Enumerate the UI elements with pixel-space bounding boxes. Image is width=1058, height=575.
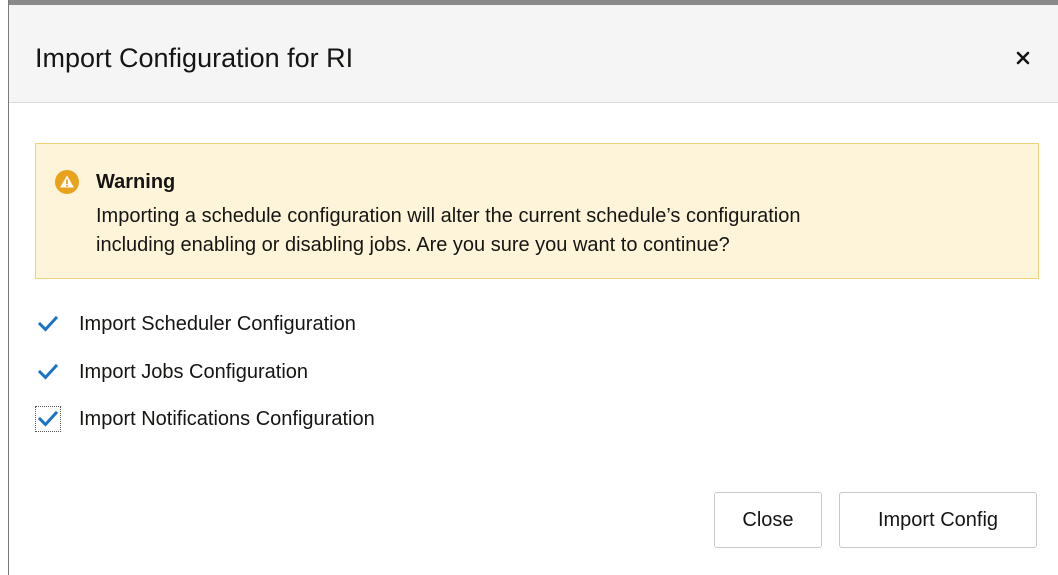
background-window-edge — [0, 0, 9, 575]
close-icon[interactable] — [1014, 49, 1032, 67]
dialog-header: Import Configuration for RI — [9, 5, 1058, 103]
warning-title: Warning — [96, 171, 176, 193]
import-notifications-checkbox-row[interactable]: Import Notifications Configuration — [35, 406, 375, 432]
import-scheduler-checkbox[interactable] — [37, 313, 59, 335]
close-button[interactable]: Close — [714, 492, 822, 548]
checkmark-icon — [38, 363, 58, 380]
checkmark-icon — [38, 315, 58, 332]
checkmark-icon — [38, 410, 58, 427]
warning-banner: Warning Importing a schedule configurati… — [35, 143, 1039, 279]
import-scheduler-label: Import Scheduler Configuration — [79, 312, 356, 335]
import-config-button[interactable]: Import Config — [839, 492, 1037, 548]
import-scheduler-checkbox-row[interactable]: Import Scheduler Configuration — [37, 311, 356, 337]
warning-message-line: including enabling or disabling jobs. Ar… — [96, 234, 730, 256]
page: Import Configuration for RI Warning Impo… — [0, 0, 1058, 575]
import-notifications-checkbox[interactable] — [35, 406, 61, 432]
import-jobs-checkbox[interactable] — [37, 361, 59, 383]
import-config-dialog: Import Configuration for RI Warning Impo… — [9, 5, 1058, 575]
import-jobs-label: Import Jobs Configuration — [79, 360, 309, 383]
warning-message-line: Importing a schedule configuration will … — [96, 205, 801, 227]
import-notifications-label: Import Notifications Configuration — [79, 407, 375, 430]
warning-message: Importing a schedule configuration will … — [96, 202, 1016, 260]
import-jobs-checkbox-row[interactable]: Import Jobs Configuration — [37, 359, 308, 385]
warning-triangle-icon — [55, 170, 79, 194]
dialog-title: Import Configuration for RI — [35, 43, 354, 73]
